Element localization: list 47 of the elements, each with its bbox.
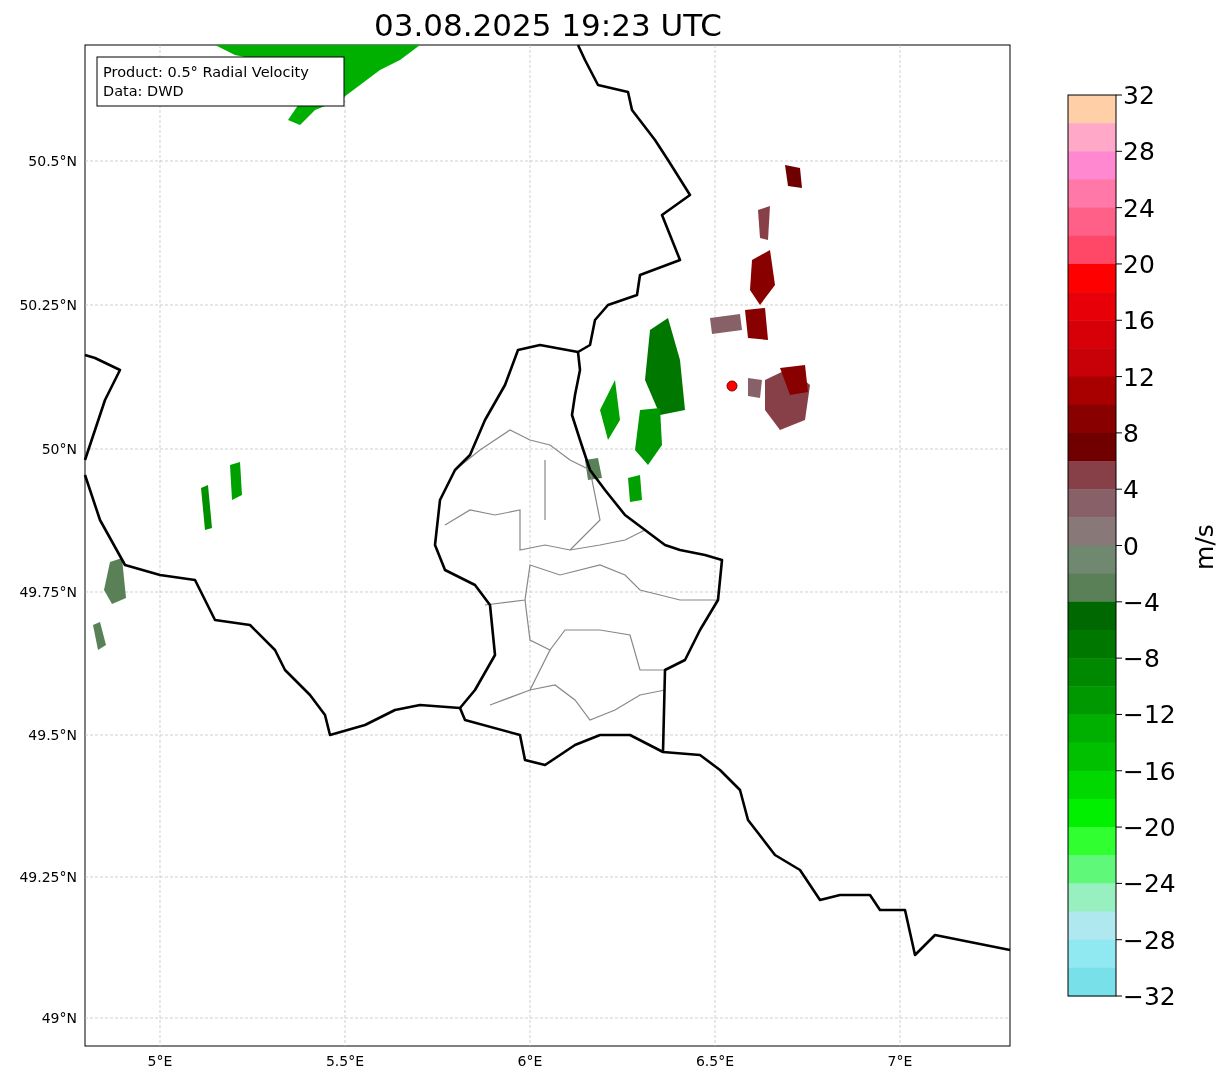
colorbar-tick-label: 12 <box>1123 362 1155 392</box>
radar-echo <box>585 458 602 480</box>
latitude-label: 49.25°N <box>19 869 77 885</box>
info-text: Data: DWD <box>103 83 184 99</box>
latitude-label: 49.75°N <box>19 584 77 600</box>
colorbar-tick-label: −16 <box>1123 756 1176 786</box>
radar-echo <box>745 308 768 340</box>
colorbar-tick-label: −20 <box>1123 813 1176 843</box>
longitude-label: 6.5°E <box>695 1053 735 1069</box>
radar-echo <box>758 206 770 240</box>
radar-echo <box>201 485 212 530</box>
latitude-label: 49°N <box>41 1010 77 1026</box>
radar-echo <box>104 558 126 604</box>
chart-title: 03.08.2025 19:23 UTC <box>374 7 722 43</box>
longitude-label: 5.5°E <box>325 1053 365 1069</box>
colorbar-tick-label: 4 <box>1123 475 1139 505</box>
colorbar-tick-label: −8 <box>1123 644 1160 674</box>
latitude-label: 49.5°N <box>28 727 77 743</box>
colorbar-tick-label: 32 <box>1123 81 1155 110</box>
latitude-label: 50°N <box>41 441 77 457</box>
radar-echo <box>710 314 742 334</box>
colorbar-tick-label: −28 <box>1123 925 1176 955</box>
colorbar-tick-label: 28 <box>1123 137 1155 167</box>
longitude-label: 7°E <box>887 1053 913 1069</box>
colorbar-tick-label: −12 <box>1123 700 1176 730</box>
colorbar-tick-label: 24 <box>1123 193 1155 223</box>
latitude-label: 50.25°N <box>19 297 77 313</box>
radar-echo <box>785 165 802 188</box>
colorbar-tick-label: −4 <box>1123 587 1160 617</box>
longitude-label: 5°E <box>147 1053 173 1069</box>
radar-echo <box>628 475 642 502</box>
colorbar-tick-label: 20 <box>1123 249 1155 279</box>
longitude-label: 6°E <box>517 1053 543 1069</box>
colorbar-tick-label: −32 <box>1123 982 1176 1011</box>
radar-echo <box>230 462 242 500</box>
colorbar-tick-label: 8 <box>1123 418 1139 448</box>
latitude-label: 50.5°N <box>28 153 77 169</box>
radar-echo <box>600 380 620 440</box>
colorbar-tick-label: 16 <box>1123 306 1155 336</box>
colorbar-tick-label: −24 <box>1123 869 1176 899</box>
colorbar-unit-label: m/s <box>1190 524 1219 570</box>
radar-echo <box>750 250 775 305</box>
info-text: Product: 0.5° Radial Velocity <box>103 64 309 80</box>
radar-echo <box>93 622 106 650</box>
radar-site-marker <box>726 380 738 392</box>
colorbar-tick-label: 0 <box>1123 531 1139 561</box>
radar-echo <box>748 378 762 398</box>
